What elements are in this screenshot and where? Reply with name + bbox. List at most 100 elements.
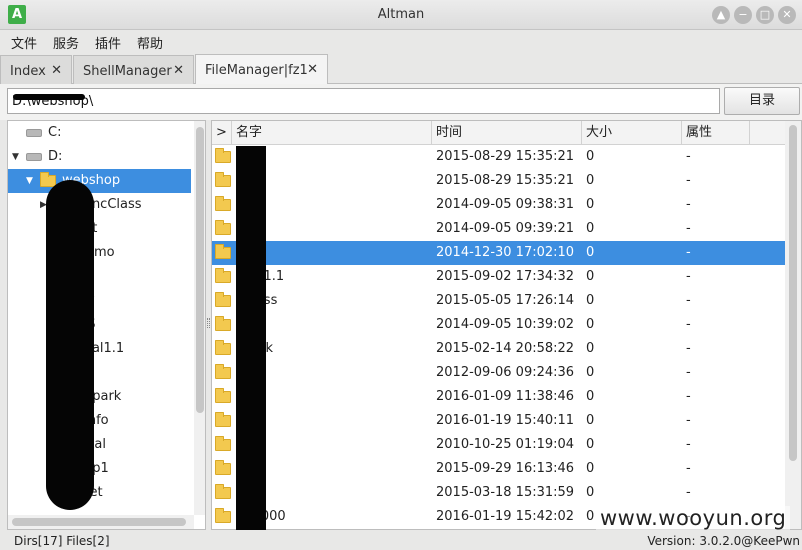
tree-vertical-scrollbar[interactable] [194,121,205,515]
tab-shell-manager[interactable]: ShellManager ✕ [73,55,194,84]
file-time: 2015-05-05 17:26:14 [436,293,575,308]
file-row[interactable]: S2014-12-30 17:02:100- [212,241,785,265]
folder-icon [215,436,231,451]
close-icon[interactable]: ✕ [778,6,796,24]
expanded-arrow-icon[interactable]: ▼ [12,145,19,169]
file-attr: - [686,221,691,236]
tree-item[interactable]: Demo [8,241,191,265]
file-attr: - [686,245,691,260]
tree-item[interactable]: ypal1.1 [8,337,191,361]
tab-bar: Index ✕ ShellManager ✕ FileManager|fz1 ✕ [0,52,802,84]
file-row[interactable]: epark2015-02-14 20:58:220- [212,337,785,361]
file-row[interactable]: rtal2016-01-09 11:38:460- [212,385,785,409]
folder-icon [215,460,231,475]
tree-horizontal-scrollbar[interactable] [8,515,194,529]
tree-item[interactable]: sset [8,481,191,505]
file-time: 2015-08-29 15:35:21 [436,173,575,188]
tab-index[interactable]: Index ✕ [0,55,72,84]
maximize-up-icon[interactable]: ▲ [712,6,730,24]
tree-item[interactable]: ▼ D: [8,145,191,169]
tab-close-icon[interactable]: ✕ [51,63,62,78]
file-attr: - [686,317,691,332]
tab-file-manager[interactable]: FileManager|fz1 ✕ [195,54,328,84]
folder-icon [215,148,231,163]
file-row[interactable]: eb2015-09-29 16:13:460- [212,457,785,481]
folder-icon [215,220,231,235]
expand-column-header[interactable]: > [212,121,232,145]
file-time: 2016-01-19 15:40:11 [436,413,575,428]
file-row[interactable]: op12016-01-19 15:40:110- [212,409,785,433]
tree-item[interactable]: C: [8,121,191,145]
list-vertical-scrollbar[interactable] [785,121,801,529]
tree-item[interactable]: hop1 [8,457,191,481]
tree-item[interactable]: dinfo [8,409,191,433]
file-attr: - [686,173,691,188]
file-size: 0 [586,461,595,476]
size-column-header[interactable]: 大小 [582,121,682,145]
expanded-arrow-icon[interactable]: ▼ [26,169,33,193]
tree-item[interactable]: ent [8,217,191,241]
menu-plugin[interactable]: 插件 [95,33,121,52]
file-time: 2015-09-02 17:34:32 [436,269,575,284]
splitter-grip-icon[interactable] [207,318,210,328]
tab-label: FileManager|fz1 [205,63,308,78]
tree-item[interactable]: iliy [8,289,191,313]
menu-service[interactable]: 服务 [53,33,79,52]
tab-label: ShellManager [83,64,172,79]
file-size: 0 [586,413,595,428]
file-time: 2015-03-18 15:31:59 [436,485,575,500]
tree-item[interactable]: ▼ webshop [8,169,191,193]
file-row[interactable]: t2015-08-29 15:35:210- [212,145,785,169]
scroll-thumb[interactable] [12,518,186,526]
file-row[interactable]: emo2015-08-29 15:35:210- [212,169,785,193]
file-time: 2014-09-05 10:39:02 [436,317,575,332]
file-row[interactable]: veb2015-03-18 15:31:590- [212,481,785,505]
menu-help[interactable]: 帮助 [137,33,163,52]
file-attr: - [686,485,691,500]
name-column-header[interactable]: 名字 [232,121,432,145]
folder-icon [215,340,231,355]
tree-item[interactable]: ortal [8,433,191,457]
file-size: 0 [586,365,595,380]
tab-close-icon[interactable]: ✕ [307,62,318,77]
file-row[interactable]: e2014-09-05 10:39:020- [212,313,785,337]
tree-item[interactable]: 3 [8,265,191,289]
tree-item[interactable]: ▶ SyncClass [8,193,191,217]
tree-item[interactable]: nepark [8,385,191,409]
file-size: 0 [586,197,595,212]
window-controls: ▲ − □ ✕ [712,6,796,24]
file-attr: - [686,341,691,356]
file-row[interactable]: info2012-09-06 09:24:360- [212,361,785,385]
drive-icon [26,153,42,161]
file-row[interactable]: et2010-10-25 01:19:040- [212,433,785,457]
scroll-thumb[interactable] [196,127,204,413]
redaction-mark [236,146,266,530]
file-row[interactable]: ypal1.12015-09-02 17:34:320- [212,265,785,289]
goto-directory-button[interactable]: 目录 [724,87,800,115]
file-row[interactable]: cClass2015-05-05 17:26:140- [212,289,785,313]
tree-item[interactable]: MS [8,313,191,337]
file-attr: - [686,293,691,308]
tree-item[interactable]: te [8,361,191,385]
redaction-mark [13,94,85,100]
watermark-text: www.wooyun.org [596,506,791,530]
attr-column-header[interactable]: 属性 [682,121,750,145]
minimize-icon[interactable]: − [734,6,752,24]
file-time: 2014-12-30 17:02:10 [436,245,575,260]
time-column-header[interactable]: 时间 [432,121,582,145]
path-input[interactable] [7,88,720,114]
tab-close-icon[interactable]: ✕ [173,63,184,78]
folder-icon [215,292,231,307]
file-row[interactable]: 2014-09-05 09:38:31 0 - [212,193,785,217]
folder-icon [215,316,231,331]
restore-icon[interactable]: □ [756,6,774,24]
file-attr: - [686,389,691,404]
scroll-thumb[interactable] [789,125,797,461]
file-row[interactable]: liy2014-09-05 09:39:210- [212,217,785,241]
file-size: 0 [586,269,595,284]
directory-tree: C: ▼ D: ▼webshop▶SyncClassentDemo3iliyMSypa… [7,120,206,530]
menu-file[interactable]: 文件 [11,33,37,52]
file-attr: - [686,413,691,428]
file-time: 2010-10-25 01:19:04 [436,437,575,452]
file-size: 0 [586,437,595,452]
